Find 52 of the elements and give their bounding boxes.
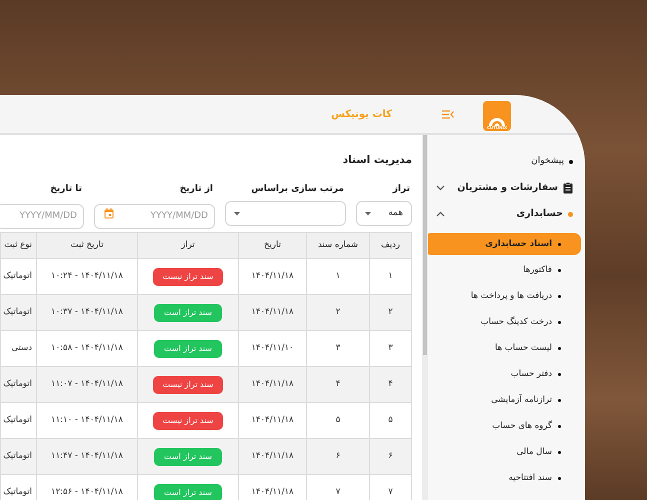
bullet-icon [558,242,561,246]
status-badge: سند تراز نیست [152,268,224,286]
chevron-down-icon [436,185,445,191]
bullet-icon [558,372,561,376]
submenu-item[interactable]: لیست حساب ها [424,337,581,359]
select-field[interactable] [225,201,346,226]
chevron-up-icon [436,211,445,217]
status-badge: سند تراز است [154,304,222,322]
caret-icon [234,212,240,216]
bullet-icon [569,160,573,164]
sidebar-item[interactable]: پیشخوان [436,149,573,175]
submenu-item[interactable]: سند افتتاحیه [424,467,581,489]
page-title: مدیریت اسناد [342,153,412,168]
column-header: ردیف [370,232,412,259]
scrollbar-thumb[interactable] [423,135,427,355]
filter-label: تا تاریخ [49,182,83,196]
status-badge: سند تراز نیست [152,412,224,430]
filter-label: از تاریخ [178,182,214,196]
bullet-icon [558,346,561,350]
bullet-icon [558,320,561,324]
date-field[interactable]: YYYY/MM/DD [94,204,215,229]
bullet-icon [568,212,573,216]
submenu-item[interactable]: درخت کدینگ حساب [424,311,581,333]
bullet-icon [558,450,561,454]
clipboard-icon [563,182,573,194]
bullet-icon [558,424,561,428]
select-field[interactable]: همه [356,201,412,226]
bullet-icon [558,476,561,480]
submenu-item[interactable]: دریافت ها و پرداخت ها [424,285,581,307]
sidebar-item[interactable]: حسابداری [436,201,573,227]
app-title: کات یونیکس [331,108,392,122]
status-badge: سند تراز نیست [152,376,224,394]
calendar-icon [104,208,114,220]
submenu-item[interactable]: ترازنامه آزمایشی [424,389,581,411]
submenu-item[interactable]: سال مالی [424,441,581,463]
submenu-item[interactable]: فاکتورها [424,259,581,281]
filter-label: تراز [391,182,411,196]
status-badge: سند تراز است [154,340,222,358]
submenu-item[interactable]: دفتر حساب [424,363,581,385]
date-field[interactable]: YYYY/MM/DD [0,204,84,229]
menu-collapse-icon[interactable] [442,110,454,118]
status-badge: سند تراز است [154,448,222,466]
bullet-icon [558,294,561,298]
sidebar-item[interactable]: سفارشات و مشتریان [436,175,573,201]
filter-label: مرتب سازی براساس [250,182,345,196]
submenu-item[interactable]: گروه های حساب [424,415,581,437]
status-badge: سند تراز است [154,484,222,500]
bullet-icon [558,268,561,272]
table-cell: ۷ [370,474,412,500]
bullet-icon [558,398,561,402]
scrollbar[interactable] [422,135,428,500]
caret-icon [365,212,371,216]
